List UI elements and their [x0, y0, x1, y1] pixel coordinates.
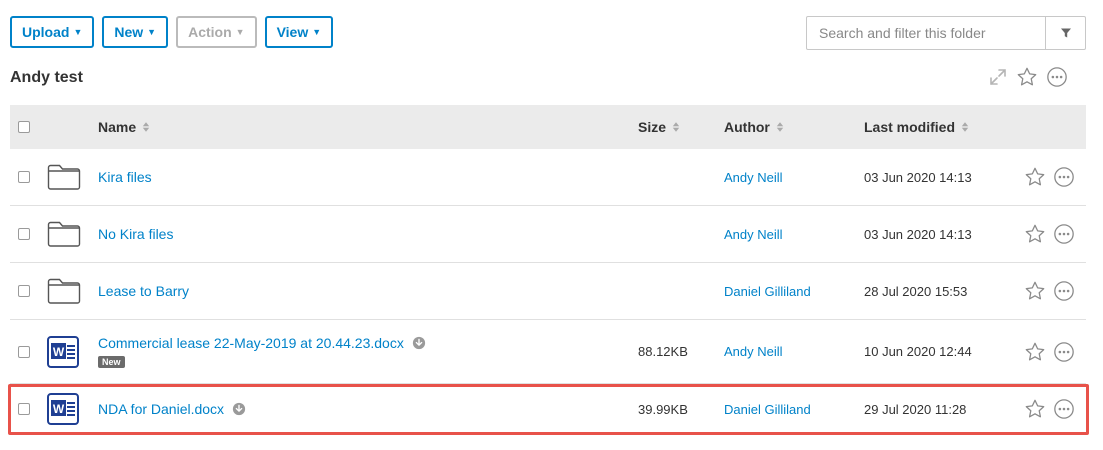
modified-date: 28 Jul 2020 15:53 — [864, 283, 968, 299]
author-column-header[interactable]: Author — [724, 105, 784, 149]
caret-down-icon: ▼ — [312, 27, 322, 37]
filter-button[interactable] — [1045, 17, 1085, 49]
more-actions-icon[interactable] — [1053, 341, 1075, 363]
name-column-header[interactable]: Name — [98, 105, 150, 149]
more-actions-icon[interactable] — [1053, 398, 1075, 420]
folder-actions — [988, 66, 1068, 88]
caret-down-icon: ▼ — [235, 27, 245, 37]
size-column-header[interactable]: Size — [638, 105, 680, 149]
table-row[interactable]: Kira files Andy Neill 03 Jun 2020 14:13 — [10, 149, 1086, 206]
modified-header-label: Last modified — [864, 119, 956, 135]
folder-icon — [47, 164, 81, 190]
expand-icon[interactable] — [988, 67, 1008, 87]
folder-icon — [47, 221, 81, 247]
action-button[interactable]: Action ▼ — [176, 16, 257, 48]
table-row[interactable]: NDA for Daniel.docx 39.99KB Daniel Gilli… — [10, 384, 1086, 434]
table-row[interactable]: No Kira files Andy Neill 03 Jun 2020 14:… — [10, 206, 1086, 263]
favorite-star-icon[interactable] — [1024, 280, 1046, 302]
row-checkbox[interactable] — [18, 228, 30, 240]
action-label: Action — [188, 24, 232, 40]
favorite-folder-star-icon[interactable] — [1016, 66, 1038, 88]
search-box — [806, 16, 1086, 50]
modified-date: 10 Jun 2020 12:44 — [864, 344, 972, 359]
caret-down-icon: ▼ — [73, 27, 83, 37]
row-checkbox[interactable] — [18, 345, 30, 358]
favorite-star-icon[interactable] — [1024, 166, 1046, 188]
file-size: 39.99KB — [638, 401, 688, 417]
more-actions-icon[interactable] — [1053, 166, 1075, 188]
new-button[interactable]: New ▼ — [102, 16, 169, 48]
sort-icon — [672, 121, 680, 133]
select-all-checkbox[interactable] — [18, 121, 30, 133]
row-checkbox[interactable] — [18, 285, 30, 297]
sort-icon — [776, 121, 784, 133]
file-name-link[interactable]: Lease to Barry — [98, 283, 189, 299]
word-document-icon — [47, 336, 79, 368]
file-name-link[interactable]: Commercial lease 22-May-2019 at 20.44.23… — [98, 335, 404, 351]
toolbar: Upload ▼ New ▼ Action ▼ View ▼ — [10, 16, 334, 48]
new-badge: New — [98, 356, 125, 368]
name-header-label: Name — [98, 119, 137, 135]
table-row[interactable]: Commercial lease 22-May-2019 at 20.44.23… — [10, 320, 1086, 384]
view-button[interactable]: View ▼ — [264, 16, 334, 48]
author-link[interactable]: Andy Neill — [724, 170, 783, 185]
file-name-link[interactable]: NDA for Daniel.docx — [98, 401, 224, 417]
file-table: Name Size Author Last modified Kira file… — [10, 105, 1086, 434]
download-icon[interactable] — [232, 402, 246, 416]
caret-down-icon: ▼ — [147, 27, 157, 37]
favorite-star-icon[interactable] — [1024, 223, 1046, 245]
row-checkbox[interactable] — [18, 171, 30, 183]
new-label: New — [114, 24, 144, 40]
modified-date: 03 Jun 2020 14:13 — [864, 169, 972, 185]
file-name-link[interactable]: Kira files — [98, 169, 152, 185]
author-header-label: Author — [724, 119, 770, 135]
author-link[interactable]: Daniel Gilliland — [724, 402, 811, 417]
author-link[interactable]: Andy Neill — [724, 344, 783, 359]
folder-icon — [47, 278, 81, 304]
row-checkbox[interactable] — [18, 403, 30, 415]
table-header: Name Size Author Last modified — [10, 105, 1086, 149]
download-icon[interactable] — [412, 336, 426, 350]
favorite-star-icon[interactable] — [1024, 341, 1046, 363]
author-link[interactable]: Daniel Gilliland — [724, 284, 811, 299]
upload-label: Upload — [22, 24, 70, 40]
modified-column-header[interactable]: Last modified — [864, 105, 969, 149]
modified-date: 29 Jul 2020 11:28 — [864, 401, 967, 417]
filter-icon — [1060, 28, 1071, 38]
upload-button[interactable]: Upload ▼ — [10, 16, 95, 48]
file-size: 88.12KB — [638, 344, 688, 359]
more-actions-icon[interactable] — [1053, 223, 1075, 245]
favorite-star-icon[interactable] — [1024, 398, 1046, 420]
sort-icon — [142, 121, 150, 133]
modified-date: 03 Jun 2020 14:13 — [864, 226, 972, 242]
folder-more-actions-icon[interactable] — [1046, 66, 1068, 88]
word-document-icon — [47, 393, 79, 425]
more-actions-icon[interactable] — [1053, 280, 1075, 302]
author-link[interactable]: Andy Neill — [724, 227, 783, 242]
view-label: View — [276, 24, 309, 40]
folder-title: Andy test — [10, 69, 83, 86]
search-input[interactable] — [807, 17, 1045, 49]
size-header-label: Size — [638, 119, 667, 135]
file-name-link[interactable]: No Kira files — [98, 226, 173, 242]
sort-icon — [961, 121, 969, 133]
table-row[interactable]: Lease to Barry Daniel Gilliland 28 Jul 2… — [10, 263, 1086, 320]
